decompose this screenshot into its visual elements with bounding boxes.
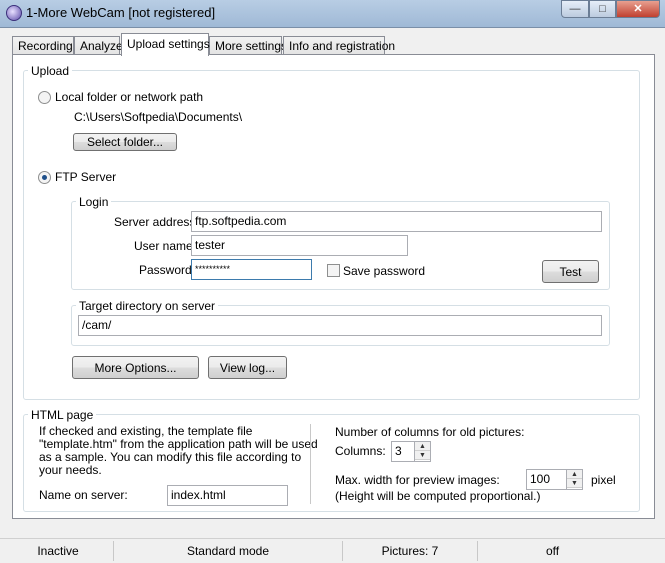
server-address-label: Server address: — [114, 215, 199, 229]
password-label: Password: — [139, 263, 196, 277]
ftp-server-label: FTP Server — [55, 170, 117, 184]
app-icon — [6, 5, 22, 21]
tab-upload-settings[interactable]: Upload settings — [121, 33, 210, 56]
html-desc-line1: If checked and existing, the template fi… — [39, 424, 253, 438]
columns-label: Columns: — [335, 444, 386, 458]
ftp-server-radio[interactable] — [38, 171, 51, 184]
columns-value: 3 — [395, 444, 402, 458]
spin-down-icon[interactable]: ▼ — [415, 451, 430, 460]
columns-stepper[interactable]: 3 ▲ ▼ — [391, 441, 431, 462]
target-directory-legend: Target directory on server — [76, 299, 219, 313]
status-state: Inactive — [37, 544, 79, 558]
tab-more-settings[interactable]: More settings — [209, 36, 287, 55]
title-bar: 1-More WebCam [not registered] — □ ✕ — [0, 0, 665, 28]
status-mode: Standard mode — [113, 541, 342, 561]
target-directory-field[interactable]: /cam/ — [78, 315, 602, 336]
html-desc-line2: "template.htm" from the application path… — [39, 437, 318, 451]
status-flag: off — [477, 541, 627, 561]
save-password-checkbox[interactable] — [327, 264, 340, 277]
save-password-label: Save password — [343, 264, 426, 278]
html-desc-line4: your needs. — [39, 463, 102, 477]
columns-title: Number of columns for old pictures: — [335, 425, 525, 439]
html-page-legend: HTML page — [28, 408, 97, 422]
max-width-spin-buttons[interactable]: ▲ ▼ — [566, 470, 582, 489]
spin-up-icon[interactable]: ▲ — [567, 470, 582, 479]
name-on-server-field[interactable]: index.html — [167, 485, 288, 506]
tab-info-registration[interactable]: Info and registration — [283, 36, 395, 55]
max-width-value: 100 — [530, 472, 551, 486]
test-button[interactable]: Test — [542, 260, 599, 283]
max-width-note: (Height will be computed proportional.) — [335, 489, 541, 503]
upload-legend: Upload — [28, 64, 73, 78]
status-pictures: Pictures: 7 — [342, 541, 477, 561]
local-path-text: C:\Users\Softpedia\Documents\ — [74, 110, 243, 124]
view-log-button[interactable]: View log... — [208, 356, 287, 379]
html-desc-line3: as a sample. You can modify this file ac… — [39, 450, 302, 464]
more-options-button[interactable]: More Options... — [72, 356, 199, 379]
max-width-stepper[interactable]: 100 ▲ ▼ — [526, 469, 583, 490]
tab-analyze[interactable]: Analyze — [74, 36, 123, 55]
name-on-server-label: Name on server: — [39, 488, 128, 502]
window-title: 1-More WebCam [not registered] — [26, 5, 216, 20]
user-name-field[interactable]: tester — [191, 235, 408, 256]
max-width-unit: pixel — [591, 473, 616, 487]
local-folder-radio[interactable] — [38, 91, 51, 104]
user-name-label: User name: — [134, 239, 197, 253]
html-divider — [310, 424, 311, 504]
status-bar: Inactive Standard mode Pictures: 7 off — [0, 538, 665, 563]
max-width-label: Max. width for preview images: — [335, 473, 500, 487]
select-folder-button[interactable]: Select folder... — [73, 133, 177, 151]
close-button[interactable]: ✕ — [616, 0, 660, 18]
tab-recording[interactable]: Recording — [12, 36, 74, 55]
server-address-field[interactable]: ftp.softpedia.com — [191, 211, 602, 232]
maximize-button[interactable]: □ — [589, 0, 616, 18]
spin-down-icon[interactable]: ▼ — [567, 479, 582, 488]
login-legend: Login — [76, 195, 112, 209]
minimize-button[interactable]: — — [561, 0, 589, 18]
password-field[interactable]: ********** — [191, 259, 312, 280]
spin-up-icon[interactable]: ▲ — [415, 442, 430, 451]
columns-spin-buttons[interactable]: ▲ ▼ — [414, 442, 430, 461]
local-folder-label: Local folder or network path — [55, 90, 204, 104]
